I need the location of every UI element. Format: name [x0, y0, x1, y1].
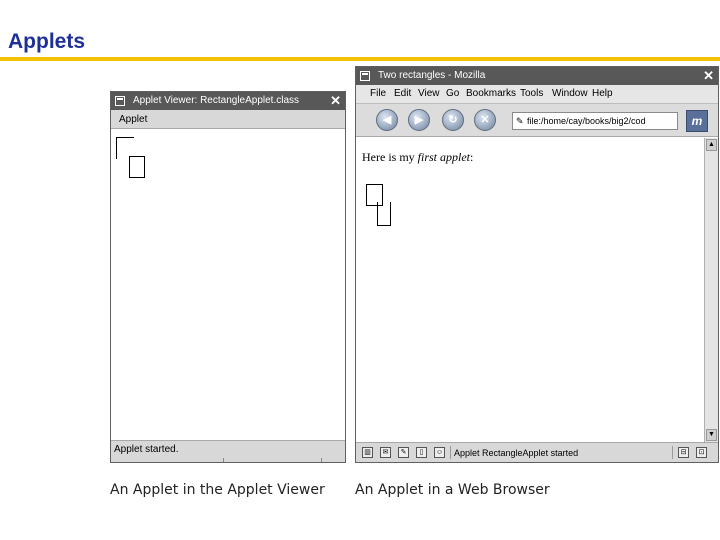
close-icon[interactable]: ✕ [703, 68, 714, 84]
page-text: Here is my first applet: [362, 150, 473, 165]
menu-view[interactable]: View [418, 88, 440, 99]
menu-help[interactable]: Help [592, 88, 613, 99]
page-icon: ✎ [516, 116, 524, 126]
applet-viewer-statusbar: Applet started. [111, 440, 345, 462]
menu-applet[interactable]: Applet [119, 114, 147, 125]
applet-viewer-title: Applet Viewer: RectangleApplet.class [133, 95, 300, 106]
url-text: file:/home/cay/books/big2/cod [527, 116, 646, 126]
page-text-italic: first applet [417, 150, 470, 164]
page-text-plain: Here is my [362, 150, 418, 164]
window-menu-icon[interactable] [115, 96, 125, 106]
browser-titlebar[interactable]: Two rectangles - Mozilla ✕ [356, 67, 718, 85]
menu-edit[interactable]: Edit [394, 88, 411, 99]
chat-icon[interactable]: ☺ [434, 447, 445, 458]
browser-title: Two rectangles - Mozilla [378, 70, 486, 81]
mail-icon[interactable]: ✉ [380, 447, 391, 458]
menu-bookmarks[interactable]: Bookmarks [466, 88, 516, 99]
navigation-toolbar: ◀ ▶ ↻ ✕ ✎ file:/home/cay/books/big2/cod … [356, 103, 718, 137]
applet-viewer-menubar: Applet [111, 110, 345, 129]
menu-window[interactable]: Window [552, 88, 588, 99]
browser-menubar: File Edit View Go Bookmarks Tools Window… [356, 85, 718, 103]
browser-statusbar: ▥ ✉ ✎ ▯ ☺ Applet RectangleApplet started… [356, 442, 718, 462]
caption-applet-viewer: An Applet in the Applet Viewer [110, 482, 325, 498]
stop-icon[interactable]: ✕ [474, 109, 496, 131]
navigator-icon[interactable]: ▥ [362, 447, 373, 458]
status-divider [321, 458, 322, 462]
rectangle-2 [377, 202, 391, 226]
applet-status-text: Applet started. [114, 444, 179, 455]
address-book-icon[interactable]: ▯ [416, 447, 427, 458]
menu-tools[interactable]: Tools [520, 88, 543, 99]
composer-icon[interactable]: ✎ [398, 447, 409, 458]
status-divider [450, 446, 451, 459]
slide-title: Applets [8, 30, 86, 53]
applet-viewer-window: Applet Viewer: RectangleApplet.class ✕ A… [110, 91, 346, 463]
page-text-end: : [470, 150, 474, 164]
caption-web-browser: An Applet in a Web Browser [355, 482, 550, 498]
browser-status-text: Applet RectangleApplet started [454, 448, 579, 458]
menu-file[interactable]: File [370, 88, 386, 99]
mozilla-logo-icon[interactable]: m [686, 110, 708, 132]
scroll-up-icon[interactable]: ▲ [706, 139, 717, 151]
close-icon[interactable]: ✕ [330, 93, 341, 109]
rectangle-2 [129, 156, 145, 178]
forward-icon[interactable]: ▶ [408, 109, 430, 131]
back-icon[interactable]: ◀ [376, 109, 398, 131]
window-menu-icon[interactable] [360, 71, 370, 81]
title-underline [0, 57, 720, 61]
status-divider [672, 446, 673, 459]
security-icon: ⊟ [678, 447, 689, 458]
browser-window: Two rectangles - Mozilla ✕ File Edit Vie… [355, 66, 719, 463]
vertical-scrollbar[interactable]: ▲ ▼ [704, 138, 718, 442]
connection-icon: ⊡ [696, 447, 707, 458]
applet-canvas [111, 129, 345, 439]
scroll-down-icon[interactable]: ▼ [706, 429, 717, 441]
url-input[interactable]: ✎ file:/home/cay/books/big2/cod [512, 112, 678, 130]
status-divider [223, 458, 224, 462]
browser-content: Here is my first applet: [356, 138, 704, 442]
applet-viewer-titlebar[interactable]: Applet Viewer: RectangleApplet.class ✕ [111, 92, 345, 110]
menu-go[interactable]: Go [446, 88, 459, 99]
reload-icon[interactable]: ↻ [442, 109, 464, 131]
